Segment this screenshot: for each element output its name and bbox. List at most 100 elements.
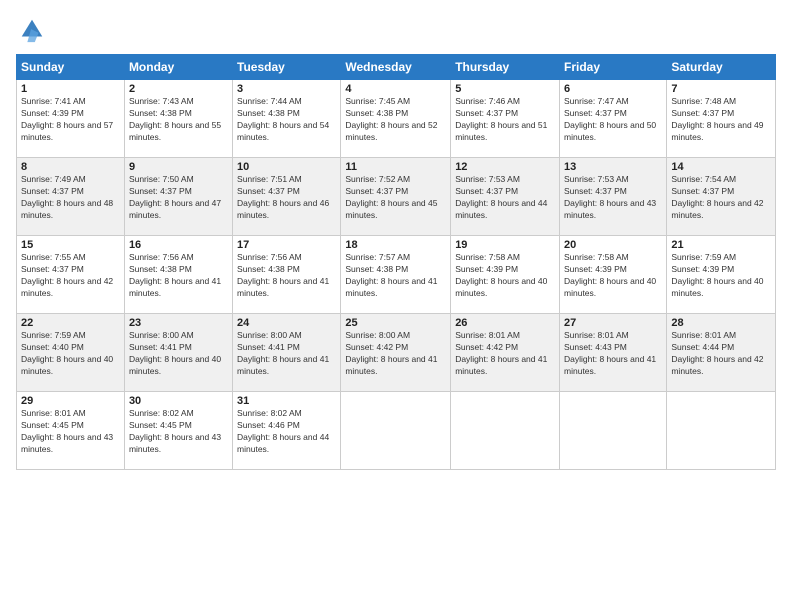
day-number: 12 — [455, 161, 555, 173]
day-number: 9 — [129, 161, 228, 173]
calendar-cell — [560, 392, 667, 470]
day-number: 24 — [237, 317, 336, 329]
day-info: Sunrise: 7:56 AMSunset: 4:38 PMDaylight:… — [237, 252, 336, 300]
calendar-cell: 2 Sunrise: 7:43 AMSunset: 4:38 PMDayligh… — [124, 80, 232, 158]
day-info: Sunrise: 7:59 AMSunset: 4:39 PMDaylight:… — [671, 252, 771, 300]
day-info: Sunrise: 7:57 AMSunset: 4:38 PMDaylight:… — [345, 252, 446, 300]
day-info: Sunrise: 7:55 AMSunset: 4:37 PMDaylight:… — [21, 252, 120, 300]
day-number: 4 — [345, 83, 446, 95]
day-number: 26 — [455, 317, 555, 329]
day-number: 10 — [237, 161, 336, 173]
col-friday: Friday — [560, 55, 667, 80]
day-number: 18 — [345, 239, 446, 251]
day-info: Sunrise: 8:02 AMSunset: 4:46 PMDaylight:… — [237, 408, 336, 456]
col-thursday: Thursday — [451, 55, 560, 80]
calendar-cell: 10 Sunrise: 7:51 AMSunset: 4:37 PMDaylig… — [233, 158, 341, 236]
day-number: 23 — [129, 317, 228, 329]
day-info: Sunrise: 7:51 AMSunset: 4:37 PMDaylight:… — [237, 174, 336, 222]
day-info: Sunrise: 7:50 AMSunset: 4:37 PMDaylight:… — [129, 174, 228, 222]
day-number: 20 — [564, 239, 662, 251]
calendar-week-row: 22 Sunrise: 7:59 AMSunset: 4:40 PMDaylig… — [17, 314, 776, 392]
day-number: 3 — [237, 83, 336, 95]
day-number: 21 — [671, 239, 771, 251]
calendar-cell: 1 Sunrise: 7:41 AMSunset: 4:39 PMDayligh… — [17, 80, 125, 158]
day-number: 1 — [21, 83, 120, 95]
day-info: Sunrise: 7:49 AMSunset: 4:37 PMDaylight:… — [21, 174, 120, 222]
col-tuesday: Tuesday — [233, 55, 341, 80]
calendar-page: Sunday Monday Tuesday Wednesday Thursday… — [0, 0, 792, 612]
col-monday: Monday — [124, 55, 232, 80]
col-wednesday: Wednesday — [341, 55, 451, 80]
day-number: 16 — [129, 239, 228, 251]
calendar-cell: 15 Sunrise: 7:55 AMSunset: 4:37 PMDaylig… — [17, 236, 125, 314]
calendar-cell — [451, 392, 560, 470]
day-number: 28 — [671, 317, 771, 329]
day-info: Sunrise: 8:00 AMSunset: 4:41 PMDaylight:… — [129, 330, 228, 378]
day-info: Sunrise: 7:59 AMSunset: 4:40 PMDaylight:… — [21, 330, 120, 378]
calendar-cell: 3 Sunrise: 7:44 AMSunset: 4:38 PMDayligh… — [233, 80, 341, 158]
day-number: 19 — [455, 239, 555, 251]
day-number: 31 — [237, 395, 336, 407]
day-info: Sunrise: 7:46 AMSunset: 4:37 PMDaylight:… — [455, 96, 555, 144]
calendar-cell: 26 Sunrise: 8:01 AMSunset: 4:42 PMDaylig… — [451, 314, 560, 392]
day-number: 17 — [237, 239, 336, 251]
calendar-cell: 19 Sunrise: 7:58 AMSunset: 4:39 PMDaylig… — [451, 236, 560, 314]
day-number: 14 — [671, 161, 771, 173]
calendar-cell: 16 Sunrise: 7:56 AMSunset: 4:38 PMDaylig… — [124, 236, 232, 314]
calendar-cell: 9 Sunrise: 7:50 AMSunset: 4:37 PMDayligh… — [124, 158, 232, 236]
day-number: 5 — [455, 83, 555, 95]
calendar-cell — [341, 392, 451, 470]
day-info: Sunrise: 8:00 AMSunset: 4:41 PMDaylight:… — [237, 330, 336, 378]
calendar-cell: 18 Sunrise: 7:57 AMSunset: 4:38 PMDaylig… — [341, 236, 451, 314]
calendar-cell: 30 Sunrise: 8:02 AMSunset: 4:45 PMDaylig… — [124, 392, 232, 470]
calendar-week-row: 29 Sunrise: 8:01 AMSunset: 4:45 PMDaylig… — [17, 392, 776, 470]
header — [16, 16, 776, 44]
day-info: Sunrise: 8:02 AMSunset: 4:45 PMDaylight:… — [129, 408, 228, 456]
day-info: Sunrise: 7:45 AMSunset: 4:38 PMDaylight:… — [345, 96, 446, 144]
day-number: 25 — [345, 317, 446, 329]
calendar-cell: 27 Sunrise: 8:01 AMSunset: 4:43 PMDaylig… — [560, 314, 667, 392]
day-info: Sunrise: 7:43 AMSunset: 4:38 PMDaylight:… — [129, 96, 228, 144]
calendar-cell: 31 Sunrise: 8:02 AMSunset: 4:46 PMDaylig… — [233, 392, 341, 470]
col-saturday: Saturday — [667, 55, 776, 80]
calendar-cell: 7 Sunrise: 7:48 AMSunset: 4:37 PMDayligh… — [667, 80, 776, 158]
calendar-cell: 21 Sunrise: 7:59 AMSunset: 4:39 PMDaylig… — [667, 236, 776, 314]
day-number: 29 — [21, 395, 120, 407]
calendar-cell: 23 Sunrise: 8:00 AMSunset: 4:41 PMDaylig… — [124, 314, 232, 392]
day-number: 8 — [21, 161, 120, 173]
day-info: Sunrise: 7:53 AMSunset: 4:37 PMDaylight:… — [455, 174, 555, 222]
calendar-cell: 8 Sunrise: 7:49 AMSunset: 4:37 PMDayligh… — [17, 158, 125, 236]
day-info: Sunrise: 7:58 AMSunset: 4:39 PMDaylight:… — [564, 252, 662, 300]
day-info: Sunrise: 7:44 AMSunset: 4:38 PMDaylight:… — [237, 96, 336, 144]
calendar-cell: 13 Sunrise: 7:53 AMSunset: 4:37 PMDaylig… — [560, 158, 667, 236]
calendar-header-row: Sunday Monday Tuesday Wednesday Thursday… — [17, 55, 776, 80]
calendar-cell: 14 Sunrise: 7:54 AMSunset: 4:37 PMDaylig… — [667, 158, 776, 236]
calendar-cell — [667, 392, 776, 470]
day-info: Sunrise: 7:54 AMSunset: 4:37 PMDaylight:… — [671, 174, 771, 222]
calendar-cell: 12 Sunrise: 7:53 AMSunset: 4:37 PMDaylig… — [451, 158, 560, 236]
day-info: Sunrise: 8:00 AMSunset: 4:42 PMDaylight:… — [345, 330, 446, 378]
calendar-cell: 29 Sunrise: 8:01 AMSunset: 4:45 PMDaylig… — [17, 392, 125, 470]
day-number: 27 — [564, 317, 662, 329]
col-sunday: Sunday — [17, 55, 125, 80]
calendar-cell: 24 Sunrise: 8:00 AMSunset: 4:41 PMDaylig… — [233, 314, 341, 392]
calendar-week-row: 15 Sunrise: 7:55 AMSunset: 4:37 PMDaylig… — [17, 236, 776, 314]
calendar-cell: 5 Sunrise: 7:46 AMSunset: 4:37 PMDayligh… — [451, 80, 560, 158]
calendar-cell: 6 Sunrise: 7:47 AMSunset: 4:37 PMDayligh… — [560, 80, 667, 158]
calendar-cell: 4 Sunrise: 7:45 AMSunset: 4:38 PMDayligh… — [341, 80, 451, 158]
calendar-week-row: 8 Sunrise: 7:49 AMSunset: 4:37 PMDayligh… — [17, 158, 776, 236]
calendar-cell: 17 Sunrise: 7:56 AMSunset: 4:38 PMDaylig… — [233, 236, 341, 314]
calendar-cell: 28 Sunrise: 8:01 AMSunset: 4:44 PMDaylig… — [667, 314, 776, 392]
day-info: Sunrise: 8:01 AMSunset: 4:44 PMDaylight:… — [671, 330, 771, 378]
calendar-cell: 11 Sunrise: 7:52 AMSunset: 4:37 PMDaylig… — [341, 158, 451, 236]
day-number: 2 — [129, 83, 228, 95]
day-info: Sunrise: 8:01 AMSunset: 4:43 PMDaylight:… — [564, 330, 662, 378]
day-info: Sunrise: 7:48 AMSunset: 4:37 PMDaylight:… — [671, 96, 771, 144]
calendar-table: Sunday Monday Tuesday Wednesday Thursday… — [16, 54, 776, 470]
day-number: 13 — [564, 161, 662, 173]
day-info: Sunrise: 7:47 AMSunset: 4:37 PMDaylight:… — [564, 96, 662, 144]
logo — [16, 16, 46, 44]
day-info: Sunrise: 8:01 AMSunset: 4:42 PMDaylight:… — [455, 330, 555, 378]
calendar-week-row: 1 Sunrise: 7:41 AMSunset: 4:39 PMDayligh… — [17, 80, 776, 158]
calendar-cell: 25 Sunrise: 8:00 AMSunset: 4:42 PMDaylig… — [341, 314, 451, 392]
